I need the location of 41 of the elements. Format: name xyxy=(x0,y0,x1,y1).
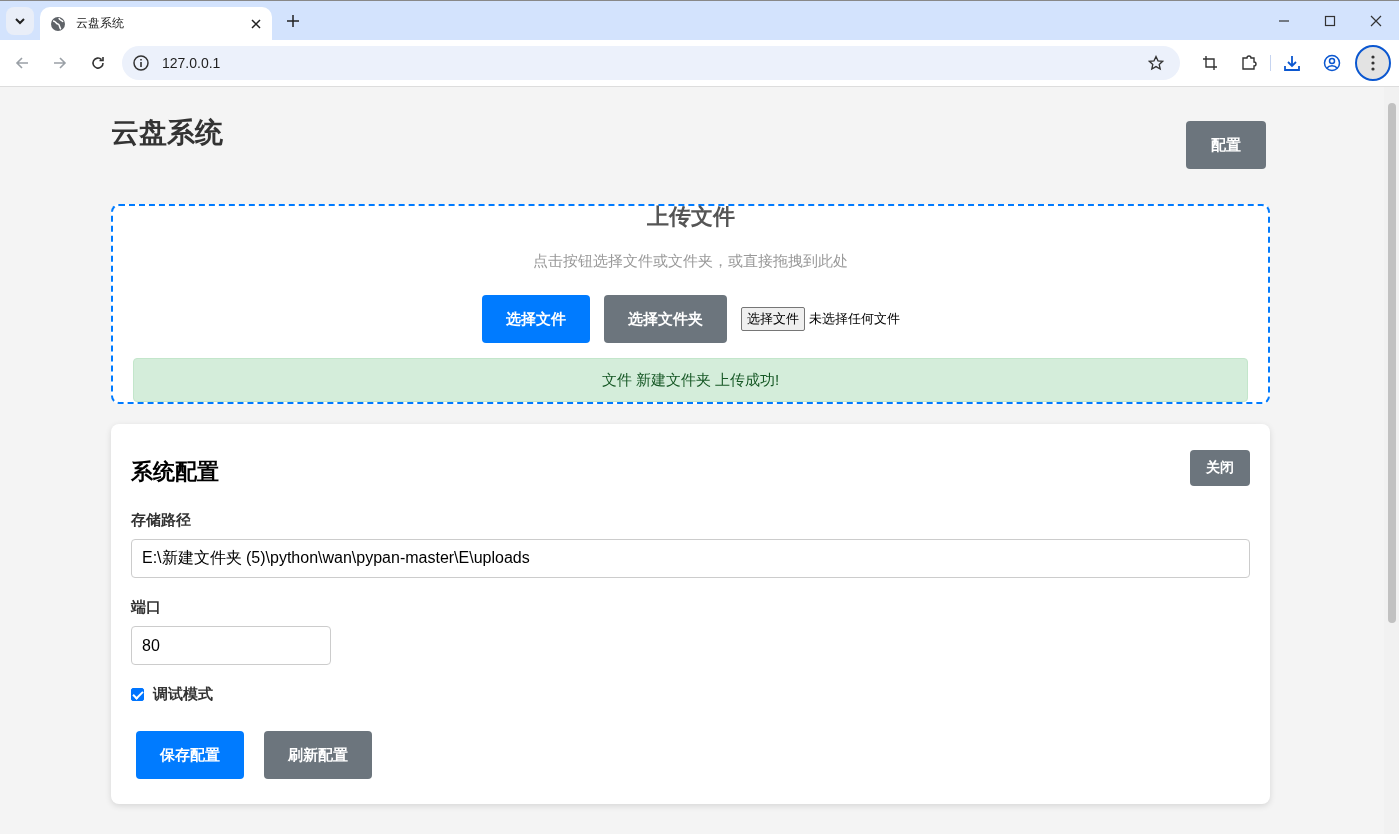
file-status-text: 未选择任何文件 xyxy=(808,310,900,329)
tab-title: 云盘系统 xyxy=(76,15,125,32)
crop-icon[interactable] xyxy=(1202,55,1218,71)
success-message: 文件 新建文件夹 上传成功! xyxy=(133,358,1248,403)
close-icon[interactable] xyxy=(250,17,262,30)
globe-icon xyxy=(50,15,66,32)
field-label: 存储路径 xyxy=(131,511,192,531)
upload-drop-zone[interactable]: 上传文件 点击按钮选择文件或文件夹，或直接拖拽到此处 选择文件 选择文件夹 选择文件 未选择任何文件 文件 新建文件夹 上传成功! xyxy=(111,204,1270,405)
new-tab-icon[interactable] xyxy=(286,13,300,28)
download-icon[interactable] xyxy=(1283,54,1301,72)
file-input-button[interactable]: 选择文件 xyxy=(740,307,805,332)
puzzle-icon[interactable] xyxy=(1240,54,1258,72)
forward-icon[interactable] xyxy=(52,55,68,71)
star-icon[interactable] xyxy=(1148,55,1164,71)
maximize-icon[interactable] xyxy=(1324,14,1336,27)
choose-folder-button[interactable]: 选择文件夹 xyxy=(603,295,727,344)
config-button[interactable]: 配置 xyxy=(1186,121,1266,169)
close-icon[interactable] xyxy=(1370,14,1382,27)
checkbox[interactable] xyxy=(131,688,144,702)
input-field[interactable]: E:\新建文件夹 (5)\python\wan\pypan-master\E\uploads xyxy=(131,539,1250,579)
page-title: 云盘系统 xyxy=(111,116,223,150)
checkbox-label: 调试模式 xyxy=(153,685,213,705)
tab-list-button[interactable] xyxy=(6,6,34,35)
config-title: 系统配置 xyxy=(131,458,219,487)
profile-icon[interactable] xyxy=(1323,54,1341,72)
menu-icon xyxy=(1371,55,1375,71)
save-button[interactable]: 保存配置 xyxy=(136,731,244,780)
back-icon[interactable] xyxy=(14,55,30,71)
field-label: 端口 xyxy=(131,598,162,618)
info-icon[interactable] xyxy=(132,54,150,72)
menu-button[interactable] xyxy=(1355,45,1391,81)
choose-file-button[interactable]: 选择文件 xyxy=(481,295,590,344)
browser-tab[interactable]: 云盘系统 xyxy=(40,7,272,40)
refresh-button[interactable]: 刷新配置 xyxy=(264,731,372,780)
close-button[interactable]: 关闭 xyxy=(1190,450,1250,487)
input-field[interactable]: 80 xyxy=(131,626,331,666)
upload-hint: 点击按钮选择文件或文件夹，或直接拖拽到此处 xyxy=(532,252,849,272)
upload-heading: 上传文件 xyxy=(645,204,736,231)
reload-icon[interactable] xyxy=(90,55,106,71)
url-text: 127.0.0.1 xyxy=(162,55,221,71)
address-bar[interactable]: 127.0.0.1 xyxy=(122,46,1180,80)
